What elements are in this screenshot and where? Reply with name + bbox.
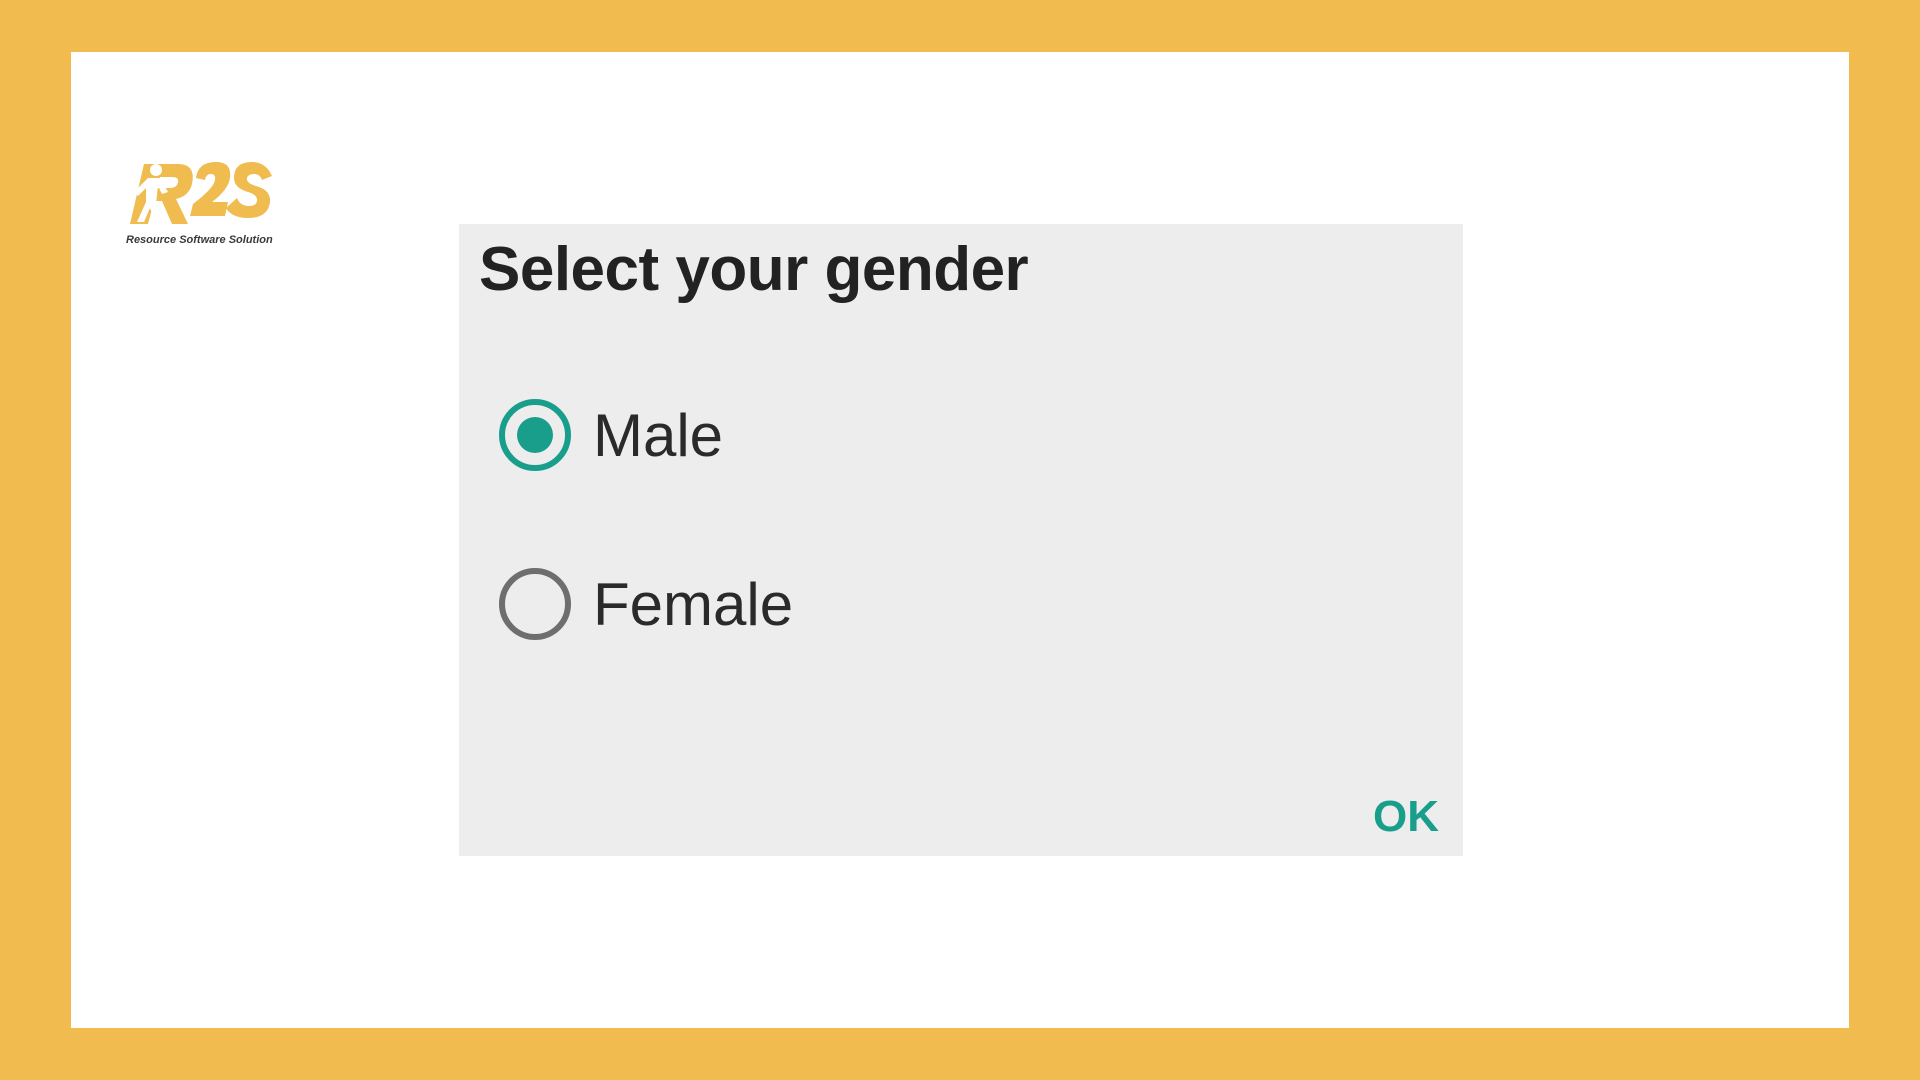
ok-button[interactable]: OK (1371, 788, 1441, 846)
radio-option-female[interactable]: Female (499, 568, 793, 640)
radio-option-male[interactable]: Male (499, 399, 723, 471)
radio-checked-icon[interactable] (499, 399, 571, 471)
radio-dot (517, 417, 553, 453)
option-label-male: Male (593, 401, 724, 469)
gender-dialog: Select your gender Male Female OK (459, 224, 1463, 856)
option-label-female: Female (593, 570, 794, 638)
dialog-title: Select your gender (479, 235, 1029, 304)
r2s-logo: Resource Software Solution (126, 104, 286, 254)
r2s-logo-mark (130, 162, 272, 224)
logo-tagline: Resource Software Solution (126, 234, 273, 246)
slide-card: Resource Software Solution Select your g… (71, 52, 1849, 1028)
radio-unchecked-icon[interactable] (499, 568, 571, 640)
